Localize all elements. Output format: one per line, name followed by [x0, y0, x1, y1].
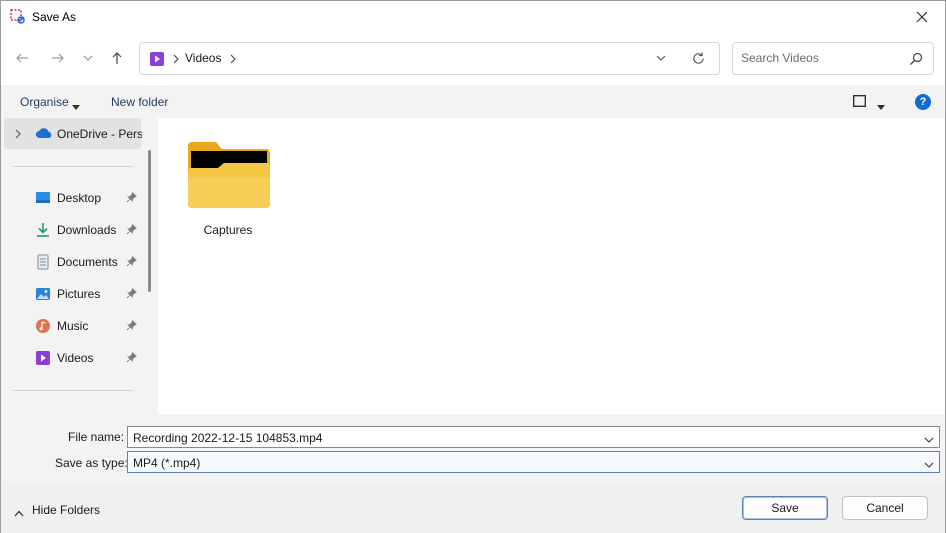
sidebar-item-label: Videos	[57, 351, 94, 365]
save-as-type-select[interactable]: MP4 (*.mp4)	[127, 451, 940, 473]
breadcrumb-separator[interactable]	[228, 52, 238, 69]
pin-icon	[126, 192, 137, 206]
navigation-pane-scrollbar[interactable]	[142, 118, 158, 414]
folder-icon	[186, 138, 272, 211]
snipping-tool-icon	[10, 9, 26, 25]
chevron-down-icon	[83, 55, 93, 61]
search-icon	[909, 52, 923, 69]
chevron-down-icon[interactable]	[924, 433, 934, 447]
refresh-button[interactable]	[691, 51, 706, 69]
videos-folder-icon	[149, 51, 165, 70]
pin-icon	[126, 256, 137, 270]
sidebar-item-videos[interactable]: Videos	[4, 344, 141, 372]
view-square-icon	[853, 95, 866, 107]
save-fields: File name: Recording 2022-12-15 104853.m…	[1, 414, 945, 482]
divider	[13, 166, 133, 167]
sidebar-item-pictures[interactable]: Pictures	[4, 280, 141, 308]
new-folder-button[interactable]: New folder	[111, 95, 168, 109]
save-as-type-value: MP4 (*.mp4)	[133, 456, 201, 470]
download-arrow-icon	[35, 222, 51, 238]
navigation-pane: OneDrive - Perso Desktop Downloads Docum…	[1, 118, 158, 414]
file-name-value[interactable]: Recording 2022-12-15 104853.mp4	[133, 431, 322, 445]
recent-locations-button[interactable]	[77, 47, 99, 69]
file-name-label: File name:	[68, 430, 125, 444]
sidebar-item-documents[interactable]: Documents	[4, 248, 141, 276]
chevron-right-icon[interactable]	[14, 128, 22, 142]
forward-button[interactable]	[47, 47, 69, 69]
sidebar-item-label: Downloads	[57, 223, 117, 237]
folder-item[interactable]: Captures	[182, 132, 274, 242]
sidebar-item-label: OneDrive - Perso	[57, 127, 150, 141]
music-icon	[35, 318, 51, 334]
save-as-dialog: Save As Videos Search Videos Organise Ne…	[0, 0, 946, 533]
sidebar-item-label: Pictures	[57, 287, 101, 301]
back-button[interactable]	[11, 47, 33, 69]
document-icon	[35, 254, 51, 270]
file-list[interactable]: Captures	[158, 118, 945, 414]
chevron-down-icon[interactable]	[924, 458, 934, 472]
chevron-right-icon	[173, 54, 179, 64]
close-icon	[916, 11, 928, 23]
desktop-icon	[35, 190, 51, 206]
view-caret-down-icon[interactable]	[877, 99, 885, 113]
divider	[13, 390, 133, 391]
chevron-right-icon	[230, 54, 236, 64]
address-bar[interactable]: Videos	[139, 42, 720, 75]
window-title: Save As	[32, 10, 77, 24]
videos-icon	[35, 350, 51, 366]
sidebar-item-downloads[interactable]: Downloads	[4, 216, 141, 244]
up-arrow-icon	[112, 52, 122, 64]
sidebar-item-label: Desktop	[57, 191, 102, 205]
save-button[interactable]: Save	[742, 496, 828, 520]
hide-folders-label: Hide Folders	[32, 503, 101, 517]
sidebar-item-onedrive[interactable]: OneDrive - Perso	[4, 118, 150, 149]
sidebar-item-label: Music	[57, 319, 89, 333]
caret-down-icon[interactable]	[72, 99, 80, 113]
file-name-field[interactable]: Recording 2022-12-15 104853.mp4	[127, 426, 940, 448]
onedrive-cloud-icon	[35, 127, 53, 142]
pin-icon	[126, 224, 137, 238]
close-button[interactable]	[899, 1, 945, 33]
up-button[interactable]	[106, 47, 128, 69]
pin-icon	[126, 320, 137, 334]
pictures-icon	[35, 286, 51, 302]
search-placeholder: Search Videos	[741, 51, 819, 65]
view-options-button[interactable]	[853, 95, 866, 110]
save-as-type-label: Save as type:	[55, 456, 128, 470]
refresh-icon	[693, 52, 704, 64]
chevron-down-icon	[656, 55, 666, 61]
command-bar: Organise New folder ?	[1, 85, 945, 118]
pin-icon	[126, 352, 137, 366]
caret-up-icon	[14, 506, 24, 520]
pin-icon	[126, 288, 137, 302]
sidebar-item-music[interactable]: Music	[4, 312, 141, 340]
scroll-thumb[interactable]	[148, 150, 151, 292]
search-input[interactable]: Search Videos	[732, 42, 934, 75]
back-arrow-icon	[16, 53, 28, 63]
forward-arrow-icon	[52, 53, 64, 63]
title-bar: Save As	[1, 1, 945, 33]
navigation-bar: Videos Search Videos	[1, 33, 945, 85]
dialog-footer: Hide Folders Save Cancel	[1, 482, 945, 533]
cancel-button[interactable]: Cancel	[842, 496, 928, 520]
breadcrumb-separator[interactable]	[171, 52, 181, 69]
address-history-dropdown[interactable]	[655, 52, 667, 67]
breadcrumb-videos[interactable]: Videos	[185, 51, 221, 65]
organise-button[interactable]: Organise	[20, 95, 69, 109]
sidebar-item-label: Documents	[57, 255, 118, 269]
sidebar-item-desktop[interactable]: Desktop	[4, 184, 141, 212]
folder-label: Captures	[203, 223, 253, 237]
help-button[interactable]: ?	[915, 94, 931, 110]
